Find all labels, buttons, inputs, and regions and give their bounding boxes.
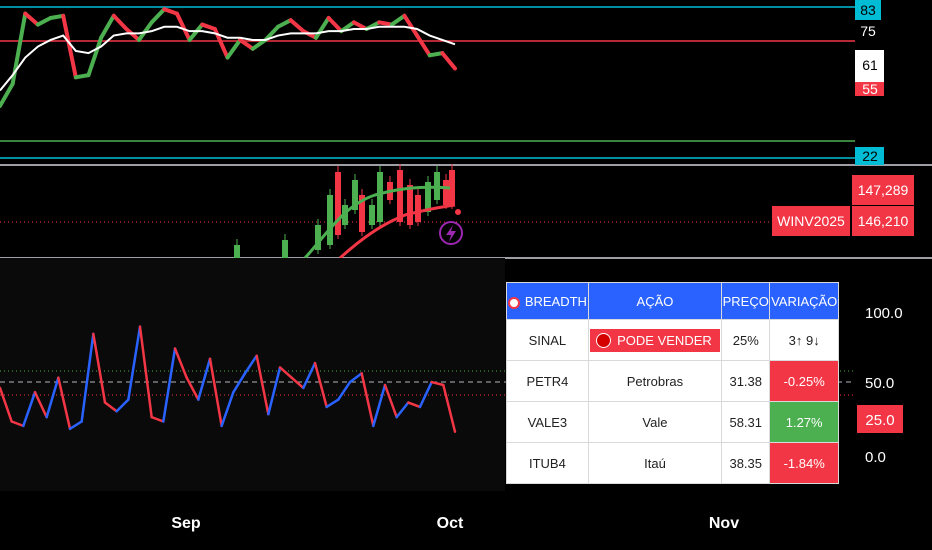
- ticker: PETR4: [506, 360, 589, 402]
- breadth-bg-stripe: [0, 258, 505, 491]
- candle-body: [443, 180, 449, 205]
- axis-100: 100.0: [865, 305, 903, 322]
- ticker: ITUB4: [506, 442, 589, 484]
- signal-cell: PODE VENDER: [587, 319, 723, 361]
- rsi-segment: [99, 13, 116, 40]
- rsi-segment: [402, 13, 420, 38]
- price: 31.38: [721, 360, 771, 402]
- rsi-segment: [149, 7, 167, 25]
- table-header-row: BREADTH AÇÃO PREÇO VARIAÇÃO: [506, 282, 839, 320]
- table-row: VALE3 Vale 58.31 1.27%: [506, 401, 839, 443]
- price-panel: [0, 164, 855, 262]
- mark-price: 146,210: [858, 213, 909, 229]
- table-row: ITUB4 Itaú 38.35 -1.84%: [506, 442, 839, 484]
- rsi-segment: [187, 22, 205, 42]
- candle-body: [327, 195, 333, 245]
- candle-body: [407, 185, 413, 225]
- signal-row: SINAL PODE VENDER 25% 3↑ 9↓: [506, 319, 839, 361]
- rsi-segment: [124, 26, 142, 42]
- rsi-segment: [225, 37, 243, 60]
- signal-text: PODE VENDER: [617, 332, 712, 348]
- header-preco: PREÇO: [721, 282, 771, 320]
- candle-body: [282, 240, 288, 258]
- change: -1.84%: [769, 442, 839, 484]
- ticker: VALE3: [506, 401, 589, 443]
- company-name: Petrobras: [587, 360, 723, 402]
- rsi-segment: [288, 18, 306, 34]
- rsi-segment: [276, 18, 293, 29]
- price-marker-dot: [455, 209, 461, 215]
- rsi-segment: [23, 11, 40, 27]
- candle-body: [369, 205, 375, 225]
- change: -0.25%: [769, 360, 839, 402]
- rsi-segment: [200, 22, 217, 31]
- rsi-segment: [111, 13, 129, 31]
- rsi-segment: [415, 33, 432, 58]
- candle-body: [335, 172, 341, 235]
- rsi-panel: [0, 6, 855, 159]
- company-name: Vale: [587, 401, 723, 443]
- target-icon: [507, 296, 520, 309]
- rsi-segment: [35, 15, 53, 27]
- table-row: PETR4 Petrobras 31.38 -0.25%: [506, 360, 839, 402]
- rsi-segment: [440, 51, 457, 71]
- rsi-segment: [162, 7, 179, 16]
- price: 58.31: [721, 401, 771, 443]
- label-75: 75: [860, 23, 876, 39]
- symbol-label: WINV2025: [777, 213, 845, 229]
- label-61: 61: [862, 57, 878, 73]
- axis-25: 25.0: [865, 412, 894, 429]
- signal-label: SINAL: [506, 319, 589, 361]
- header-breadth: BREADTH: [506, 282, 589, 320]
- x-label-sep: Sep: [171, 515, 201, 532]
- candle-body: [234, 245, 240, 258]
- price: 38.35: [721, 442, 771, 484]
- rsi-segment: [61, 13, 78, 80]
- signal-counts: 3↑ 9↓: [769, 319, 839, 361]
- red-circle-icon: [596, 332, 612, 348]
- rsi-segment: [313, 15, 331, 40]
- header-variacao: VARIAÇÃO: [769, 282, 839, 320]
- x-axis: Sep Oct Nov: [171, 515, 739, 532]
- rsi-segment: [86, 35, 104, 78]
- x-label-oct: Oct: [437, 515, 464, 532]
- candle-body: [377, 172, 383, 222]
- rsi-segment: [326, 15, 344, 34]
- rsi-lines: [0, 7, 457, 108]
- label-22: 22: [862, 148, 878, 164]
- axis-50: 50.0: [865, 375, 894, 392]
- x-label-nov: Nov: [709, 515, 739, 532]
- label-83: 83: [860, 2, 876, 18]
- header-acao: AÇÃO: [587, 282, 723, 320]
- candle-body: [415, 195, 421, 222]
- signal-pct: 25%: [721, 319, 771, 361]
- label-55: 55: [862, 81, 878, 97]
- company-name: Itaú: [587, 442, 723, 484]
- axis-0: 0.0: [865, 449, 886, 466]
- lightning-icon[interactable]: [439, 221, 463, 245]
- rsi-segment: [389, 13, 407, 27]
- candle-body: [397, 170, 403, 222]
- rsi-segment: [301, 29, 318, 40]
- last-price: 147,289: [858, 182, 909, 198]
- breadth-table: BREADTH AÇÃO PREÇO VARIAÇÃO SINAL PODE V…: [506, 282, 839, 484]
- change: 1.27%: [769, 401, 839, 443]
